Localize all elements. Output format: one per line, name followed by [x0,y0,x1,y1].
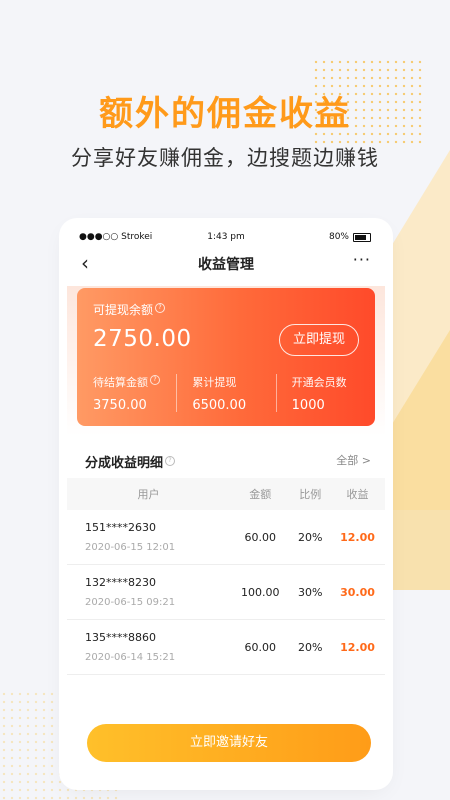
row-amount: 60.00 [230,619,291,675]
table-row[interactable]: 135****8860 2020-06-14 15:21 60.00 20% 1… [67,619,385,675]
phone-mockup: ●●●○○ Strokei 1:43 pm 80% ‹ 收益管理 ··· 可提现… [67,226,385,782]
table-row[interactable]: 132****8230 2020-06-15 09:21 100.00 30% … [67,564,385,620]
help-icon[interactable]: ? [150,375,160,386]
more-icon[interactable]: ··· [353,250,371,269]
column-header: 收益 [346,488,369,501]
stat-members: 开通会员数 1000 [275,374,375,413]
battery-icon [353,232,371,242]
section-header: 分成收益明细? 全部 > [67,440,385,478]
nav-bar: ‹ 收益管理 ··· [67,248,385,280]
stat-total-withdrawn: 累计提现 6500.00 [176,374,275,413]
user-phone: 151****2630 [85,521,156,534]
row-gain: 30.00 [330,564,385,620]
column-header: 金额 [249,488,272,501]
withdraw-button[interactable]: 立即提现 [279,324,359,356]
table-header: 用户 金额 比例 收益 [67,478,385,510]
promo-headline: 额外的佣金收益 [99,94,351,134]
section-title: 分成收益明细 [85,456,164,471]
stat-pending: 待结算金额? 3750.00 [77,374,176,413]
stats-row: 待结算金额? 3750.00 累计提现 6500.00 开通会员数 1000 [77,374,375,413]
row-time: 2020-06-14 15:21 [85,652,176,663]
row-ratio: 20% [290,619,331,675]
withdrawable-amount: 2750.00 [93,326,192,352]
status-bar: ●●●○○ Strokei 1:43 pm 80% [67,226,385,248]
row-amount: 100.00 [230,564,291,620]
help-icon[interactable]: ? [155,303,166,313]
user-phone: 135****8860 [85,631,156,644]
earnings-table: 用户 金额 比例 收益 151****2630 2020-06-15 12:01… [67,478,385,675]
user-phone: 132****8230 [85,576,156,589]
stat-label: 待结算金额 [93,376,148,389]
row-gain: 12.00 [330,510,385,565]
row-amount: 60.00 [230,510,291,565]
earnings-card: 可提现余额? 2750.00 立即提现 待结算金额? 3750.00 累计提现 … [77,288,375,426]
stat-value: 1000 [291,398,325,413]
stat-label: 累计提现 [192,376,237,389]
column-header: 用户 [137,488,160,501]
column-header: 比例 [299,488,322,501]
table-row[interactable]: 151****2630 2020-06-15 12:01 60.00 20% 1… [67,510,385,565]
row-ratio: 30% [290,564,331,620]
view-all-link[interactable]: 全部 > [336,452,371,468]
promo-subline: 分享好友赚佣金，边搜题边赚钱 [71,146,379,170]
row-ratio: 20% [290,510,331,565]
row-gain: 12.00 [330,619,385,675]
row-time: 2020-06-15 12:01 [85,542,176,553]
withdrawable-label: 可提现余额 [93,303,154,317]
stat-label: 开通会员数 [291,376,347,389]
row-time: 2020-06-15 09:21 [85,597,176,608]
invite-friends-button[interactable]: 立即邀请好友 [87,724,371,762]
battery-percent: 80% [328,232,349,242]
page-title: 收益管理 [198,257,254,273]
stat-value: 3750.00 [93,398,147,413]
stat-value: 6500.00 [192,398,247,413]
help-icon[interactable]: ? [165,455,176,466]
